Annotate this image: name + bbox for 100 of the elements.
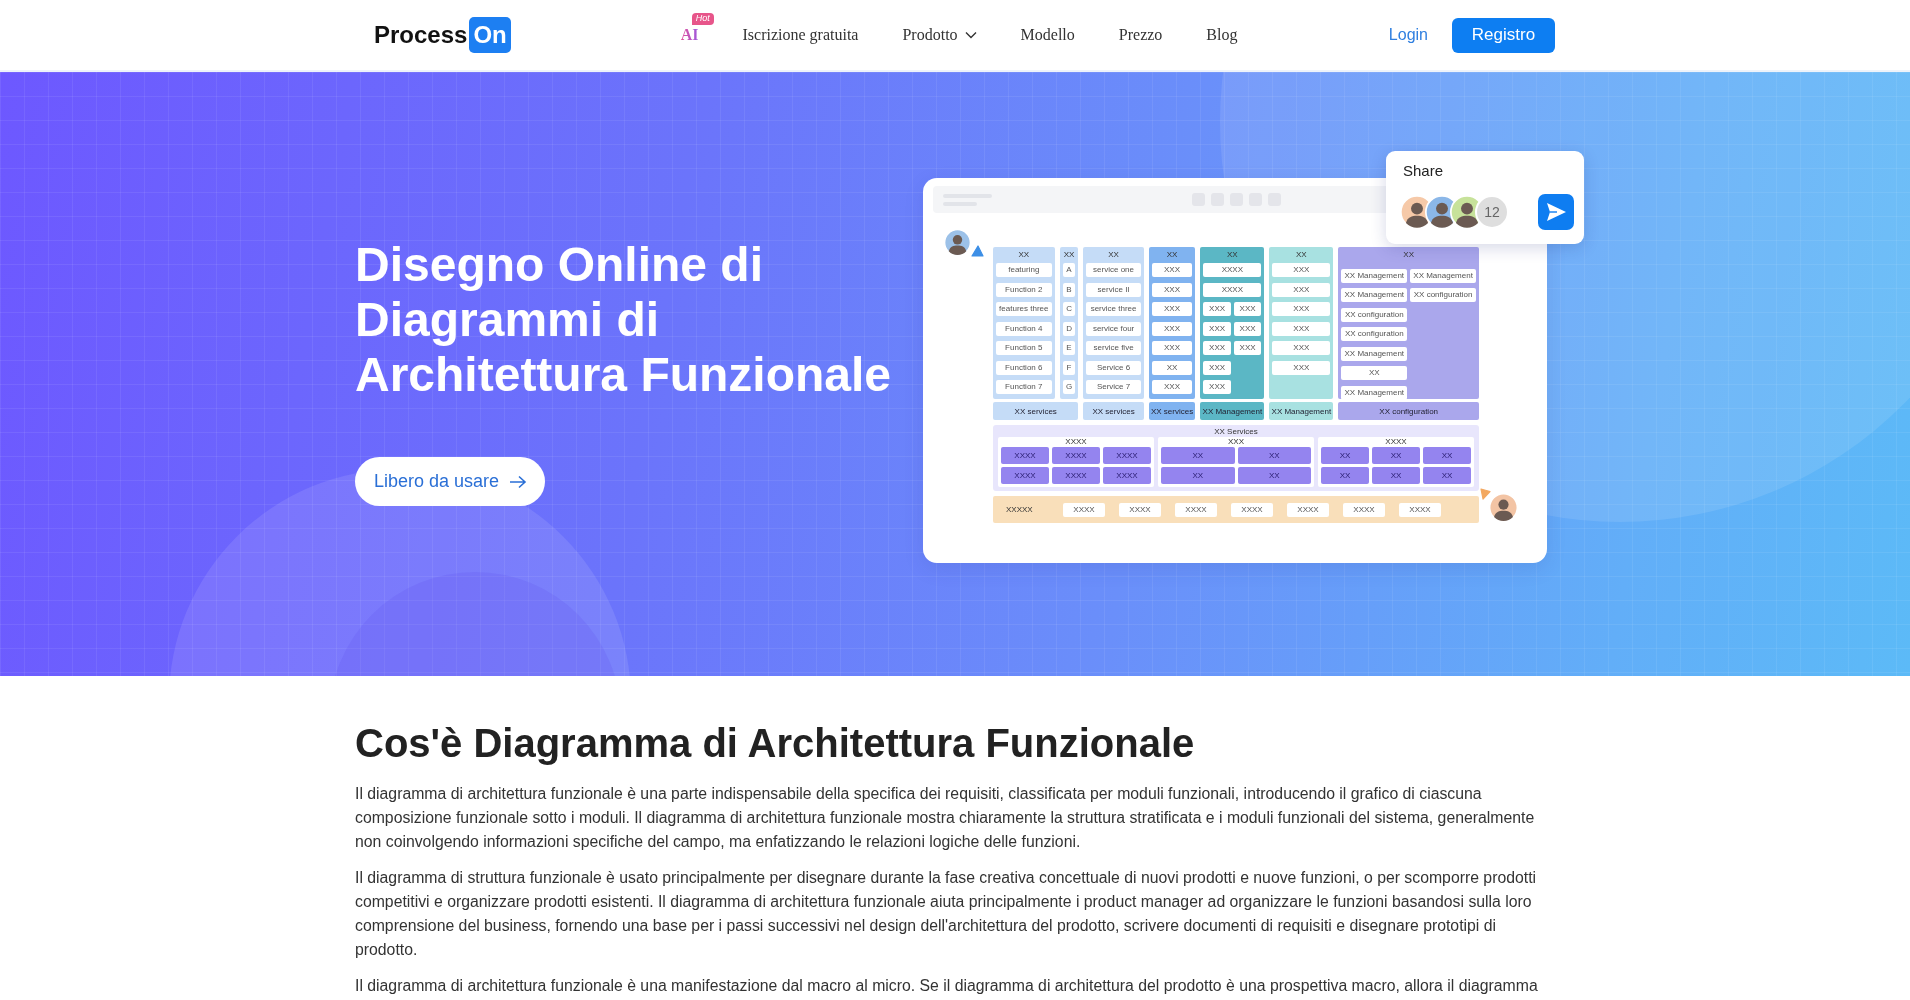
- column-title: XX: [1062, 249, 1076, 261]
- diagram-node: C: [1062, 302, 1076, 316]
- diagram-node: XX Management: [1341, 385, 1408, 400]
- diagram-node: D: [1062, 321, 1076, 336]
- diagram-node: service three: [1086, 302, 1141, 316]
- avatar-icon: [1489, 493, 1518, 522]
- diagram-node: featuring: [996, 263, 1052, 277]
- strip-node: XXXX: [1175, 502, 1217, 517]
- strip-node: XXXX: [1231, 502, 1273, 517]
- diagram-node: XXX: [1203, 341, 1231, 355]
- logo[interactable]: Process On: [374, 17, 511, 53]
- diagram-node: XXXX: [1203, 263, 1262, 277]
- service-node: XXXX: [1001, 467, 1049, 484]
- diagram-node: XX Management: [1341, 288, 1408, 302]
- diagram-node: XXX: [1151, 263, 1193, 277]
- diagram-node: XX: [1151, 360, 1193, 375]
- service-node: XXXX: [1052, 467, 1100, 484]
- diagram-node: XXX: [1203, 360, 1231, 375]
- diagram-node: XX Management: [1341, 346, 1408, 361]
- diagram-node: XXX: [1272, 263, 1331, 277]
- diagram-node: XXX: [1203, 380, 1231, 394]
- service-node: XX: [1372, 447, 1420, 464]
- body-paragraph: Il diagramma di struttura funzionale è usato principalmente per disegnare durante la fase creativa concettuale di nuovi prodotti e nuove funzioni, o per scomporre prodotti competitivi e organizzare prodotti esistenti. Il diagramma di architettura funzionale aiuta principalmente i product manager ad organizzare le funzioni basandosi sulla loro comprensione del business, fornendo una base per i passi successivi nel design dell'architettura del prodotto, scrivere documenti di requisiti e disegnare prototipi di prodotto.: [355, 868, 1538, 960]
- cta-button[interactable]: Libero da usare: [355, 457, 546, 506]
- chevron-down-icon: [964, 31, 977, 39]
- nav-link[interactable]: Prezzo: [1118, 25, 1163, 45]
- panel-title: XX Services: [1213, 426, 1259, 437]
- diagram-node: Function 6: [996, 360, 1052, 375]
- service-node: XXXX: [1052, 447, 1100, 464]
- column-title: XX: [1402, 249, 1415, 261]
- diagram-node: XXX: [1203, 302, 1231, 316]
- diagram-node: XXX: [1151, 341, 1193, 355]
- diagram-node: features three: [996, 302, 1052, 316]
- strip-node: XXXX: [1343, 502, 1385, 517]
- send-icon: [1538, 194, 1574, 230]
- strip-node: XXXX: [1063, 502, 1105, 517]
- diagram-node: XX Management: [1341, 268, 1408, 283]
- body-paragraph: Il diagramma di architettura funzionale è una parte indispensabile della specifica dei requisiti, classificata per moduli funzionali, introducendo il grafico di ciascuna composizione funzionale sotto i moduli. Il diagramma di architettura funzionale mostra chiaramente la struttura stratificata e i moduli funzionali del sistema, generalmente non coinvolgendo informazioni specifiche del campo, ma enfatizzando le relazioni logiche delle funzioni.: [355, 784, 1536, 852]
- login-link[interactable]: Login: [1388, 26, 1428, 44]
- body-paragraph: Il diagramma di architettura funzionale è una manifestazione dal macro al micro. Se il diagramma di architettura del prodotto è una prospettiva macro, allora il diagramma: [355, 976, 1539, 996]
- strip-node: XXXX: [1119, 502, 1161, 517]
- diagram-node: Service 6: [1086, 360, 1141, 375]
- diagram-node: service five: [1086, 341, 1141, 355]
- service-node: XX: [1423, 467, 1471, 484]
- diagram-node: XXX: [1233, 341, 1262, 355]
- diagram-node: A: [1062, 263, 1076, 277]
- diagram-node: XXX: [1272, 360, 1331, 375]
- nav-link[interactable]: Modello: [1020, 25, 1075, 45]
- diagram-node: F: [1062, 360, 1076, 375]
- strip-label: XXXXX: [1006, 505, 1034, 514]
- nav-link[interactable]: Iscrizione gratuita: [742, 25, 859, 45]
- hero-title: Disegno Online di Diagrammi di Architettura Funzionale: [355, 237, 893, 402]
- service-node: XX: [1161, 447, 1235, 464]
- diagram-node: Function 7: [996, 380, 1052, 394]
- service-node: XX: [1372, 467, 1420, 484]
- column-title: XX: [1226, 249, 1239, 261]
- diagram-node: XX configuration: [1341, 327, 1408, 341]
- diagram-node: Function 4: [996, 321, 1052, 336]
- service-node: XXXX: [1103, 467, 1151, 484]
- service-node: XX: [1237, 467, 1311, 484]
- service-node: XX: [1321, 467, 1369, 484]
- group-title: XXX: [1227, 437, 1245, 447]
- diagram-node: XXX: [1151, 282, 1193, 297]
- diagram-node: XX: [1341, 366, 1408, 380]
- diagram-node: service four: [1086, 321, 1141, 336]
- share-title: Share: [1403, 162, 1445, 180]
- section-heading: Cos'è Diagramma di Architettura Funzionale: [355, 720, 1196, 767]
- strip-node: XXXX: [1399, 502, 1441, 517]
- cursor-icon: [1480, 488, 1491, 500]
- group-title: XXXX: [1064, 437, 1088, 447]
- diagram-node: G: [1062, 380, 1076, 394]
- nav-link[interactable]: Blog: [1206, 25, 1238, 45]
- diagram-node: XXXX: [1203, 282, 1262, 297]
- column-title: XX: [1017, 249, 1031, 261]
- diagram-node: XXX: [1151, 380, 1193, 394]
- diagram-node: XXX: [1272, 302, 1331, 316]
- diagram-node: XX configuration: [1341, 307, 1408, 322]
- strip-node: XXXX: [1287, 502, 1329, 517]
- service-node: XX: [1161, 467, 1235, 484]
- diagram-node: service one: [1086, 263, 1141, 277]
- column-title: XX: [1107, 249, 1120, 261]
- diagram-node: B: [1062, 282, 1076, 297]
- section-label: XX Management: [1200, 402, 1265, 420]
- diagram-node: XXX: [1151, 302, 1193, 316]
- diagram-node: XXX: [1151, 321, 1193, 336]
- cursor-icon: [971, 245, 984, 257]
- diagram-node: XXX: [1272, 282, 1331, 297]
- diagram-node: XX configuration: [1410, 288, 1476, 302]
- section-label: XX services: [993, 402, 1079, 420]
- arrow-right-icon: [509, 474, 528, 489]
- diagram-node: Service 7: [1086, 380, 1141, 394]
- service-node: XXXX: [1103, 447, 1151, 464]
- group-title: XXXX: [1384, 437, 1408, 447]
- diagram-node: XXX: [1203, 321, 1231, 336]
- diagram-node: XX Management: [1410, 268, 1476, 283]
- diagram-node: Function 5: [996, 341, 1052, 355]
- nav-dropdown[interactable]: Prodotto: [902, 25, 977, 45]
- member-count: 12: [1475, 195, 1509, 229]
- register-button[interactable]: Registro: [1452, 17, 1555, 53]
- column-title: XX: [1295, 249, 1308, 261]
